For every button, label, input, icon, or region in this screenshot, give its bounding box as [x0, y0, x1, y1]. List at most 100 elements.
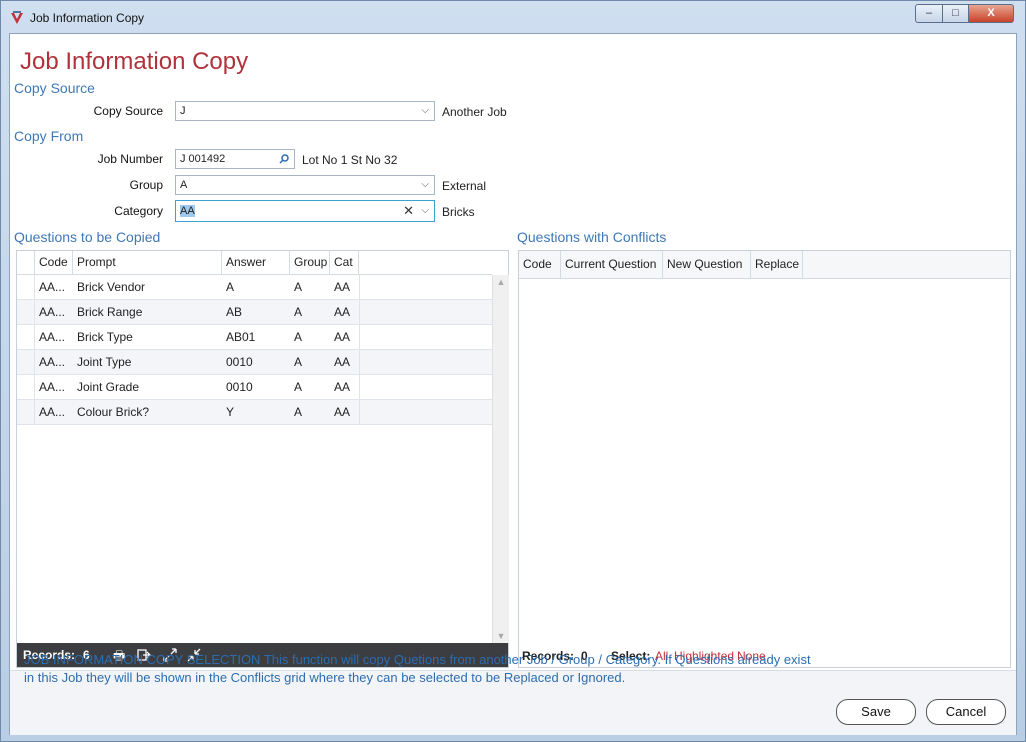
cell-code: AA... — [39, 330, 66, 344]
column-divider — [359, 400, 360, 424]
copy-source-combo[interactable]: J ⌵ — [175, 101, 435, 121]
cell-answer: AB01 — [226, 330, 256, 344]
col-current-question[interactable]: Current Question — [561, 251, 663, 278]
table-row[interactable]: AA... Brick Vendor A A AA — [17, 275, 492, 300]
clear-icon[interactable]: ✕ — [403, 201, 414, 221]
copy-source-value: J — [180, 105, 186, 117]
cell-group: A — [294, 355, 303, 369]
maximize-button[interactable]: □ — [942, 4, 969, 23]
window-title: Job Information Copy — [30, 11, 145, 25]
search-icon[interactable] — [279, 154, 289, 164]
app-logo-icon — [11, 11, 23, 24]
cell-cat: AA — [334, 330, 351, 344]
minimize-button[interactable]: – — [915, 4, 943, 23]
row-selector[interactable] — [17, 275, 35, 299]
row-selector[interactable] — [17, 375, 35, 399]
questions-grid-header: Code Prompt Answer Group Cat — [17, 251, 492, 275]
group-combo[interactable]: A ⌵ — [175, 175, 435, 195]
column-divider — [359, 325, 360, 349]
col-code[interactable]: Code — [35, 251, 73, 274]
app-window: Job Information Copy – □ X Job Informati… — [0, 0, 1026, 742]
cell-answer: A — [226, 280, 235, 294]
cell-answer: AB — [226, 305, 243, 319]
conflicts-grid: Code Current Question New Question Repla… — [518, 250, 1011, 668]
cell-answer: 0010 — [226, 380, 253, 394]
cell-cat: AA — [334, 355, 351, 369]
questions-heading: Questions to be Copied — [14, 229, 161, 245]
col-replace[interactable]: Replace — [751, 251, 803, 278]
cell-cat: AA — [334, 405, 351, 419]
cell-code: AA... — [39, 380, 66, 394]
category-combo[interactable]: AA ✕ ⌵ — [175, 200, 435, 222]
cancel-button[interactable]: Cancel — [926, 699, 1006, 725]
job-number-field[interactable]: J 001492 — [175, 149, 295, 169]
group-value: A — [180, 179, 188, 191]
help-text: JOB INFORMATION COPY SELECTION This func… — [24, 652, 811, 685]
copy-source-label: Copy Source — [93, 104, 163, 118]
page-title: Job Information Copy — [20, 48, 249, 75]
category-description: Bricks — [442, 205, 475, 219]
cell-group: A — [294, 305, 303, 319]
vertical-scrollbar[interactable]: ▲ ▼ — [492, 275, 509, 643]
title-bar: Job Information Copy – □ X — [1, 1, 1025, 33]
table-row[interactable]: AA... Joint Grade 0010 A AA — [17, 375, 492, 400]
copy-from-heading: Copy From — [14, 128, 84, 144]
col-code[interactable]: Code — [519, 251, 561, 278]
job-number-description: Lot No 1 St No 32 — [302, 153, 398, 167]
cell-prompt: Brick Vendor — [77, 280, 146, 294]
column-divider — [359, 275, 360, 299]
cell-cat: AA — [334, 380, 351, 394]
job-number-label: Job Number — [97, 152, 163, 166]
column-divider — [359, 300, 360, 324]
column-divider — [359, 375, 360, 399]
cell-group: A — [294, 330, 303, 344]
scroll-up-icon[interactable]: ▲ — [493, 277, 509, 287]
row-selector[interactable] — [17, 300, 35, 324]
row-selector[interactable] — [17, 350, 35, 374]
cell-cat: AA — [334, 280, 351, 294]
table-row[interactable]: AA... Brick Type AB01 A AA — [17, 325, 492, 350]
cell-prompt: Joint Type — [77, 355, 132, 369]
chevron-down-icon[interactable]: ⌵ — [421, 201, 429, 221]
cell-prompt: Brick Range — [77, 305, 143, 319]
chevron-down-icon[interactable]: ⌵ — [421, 176, 429, 194]
cell-group: A — [294, 380, 303, 394]
cell-code: AA... — [39, 280, 66, 294]
row-selector-header — [17, 251, 35, 274]
copy-source-description: Another Job — [442, 105, 507, 119]
column-divider — [359, 350, 360, 374]
category-value: AA — [180, 205, 195, 217]
close-button[interactable]: X — [968, 4, 1014, 23]
questions-grid: Code Prompt Answer Group Cat AA... Brick … — [16, 250, 509, 668]
cell-group: A — [294, 405, 303, 419]
col-cat[interactable]: Cat — [330, 251, 359, 274]
conflicts-grid-header: Code Current Question New Question Repla… — [519, 251, 1010, 279]
copy-source-heading: Copy Source — [14, 80, 95, 96]
col-prompt[interactable]: Prompt — [73, 251, 222, 274]
save-button[interactable]: Save — [836, 699, 916, 725]
cell-prompt: Joint Grade — [77, 380, 140, 394]
cell-code: AA... — [39, 355, 66, 369]
row-selector[interactable] — [17, 325, 35, 349]
table-row[interactable]: AA... Brick Range AB A AA — [17, 300, 492, 325]
scroll-down-icon[interactable]: ▼ — [493, 631, 509, 641]
col-answer[interactable]: Answer — [222, 251, 290, 274]
category-label: Category — [114, 204, 163, 218]
group-description: External — [442, 179, 487, 193]
col-new-question[interactable]: New Question — [663, 251, 751, 278]
dialog-body: Job Information Copy Copy Source Copy So… — [9, 33, 1017, 735]
cell-answer: 0010 — [226, 355, 253, 369]
chevron-down-icon[interactable]: ⌵ — [421, 102, 429, 120]
group-label: Group — [129, 178, 163, 192]
cell-code: AA... — [39, 405, 66, 419]
job-number-value: J 001492 — [180, 153, 226, 165]
cell-cat: AA — [334, 305, 351, 319]
cell-prompt: Brick Type — [77, 330, 133, 344]
col-group[interactable]: Group — [290, 251, 330, 274]
cell-prompt: Colour Brick? — [77, 405, 150, 419]
cell-answer: Y — [226, 405, 235, 419]
table-row[interactable]: AA... Colour Brick? Y A AA — [17, 400, 492, 425]
conflicts-heading: Questions with Conflicts — [517, 229, 667, 245]
table-row[interactable]: AA... Joint Type 0010 A AA — [17, 350, 492, 375]
row-selector[interactable] — [17, 400, 35, 424]
